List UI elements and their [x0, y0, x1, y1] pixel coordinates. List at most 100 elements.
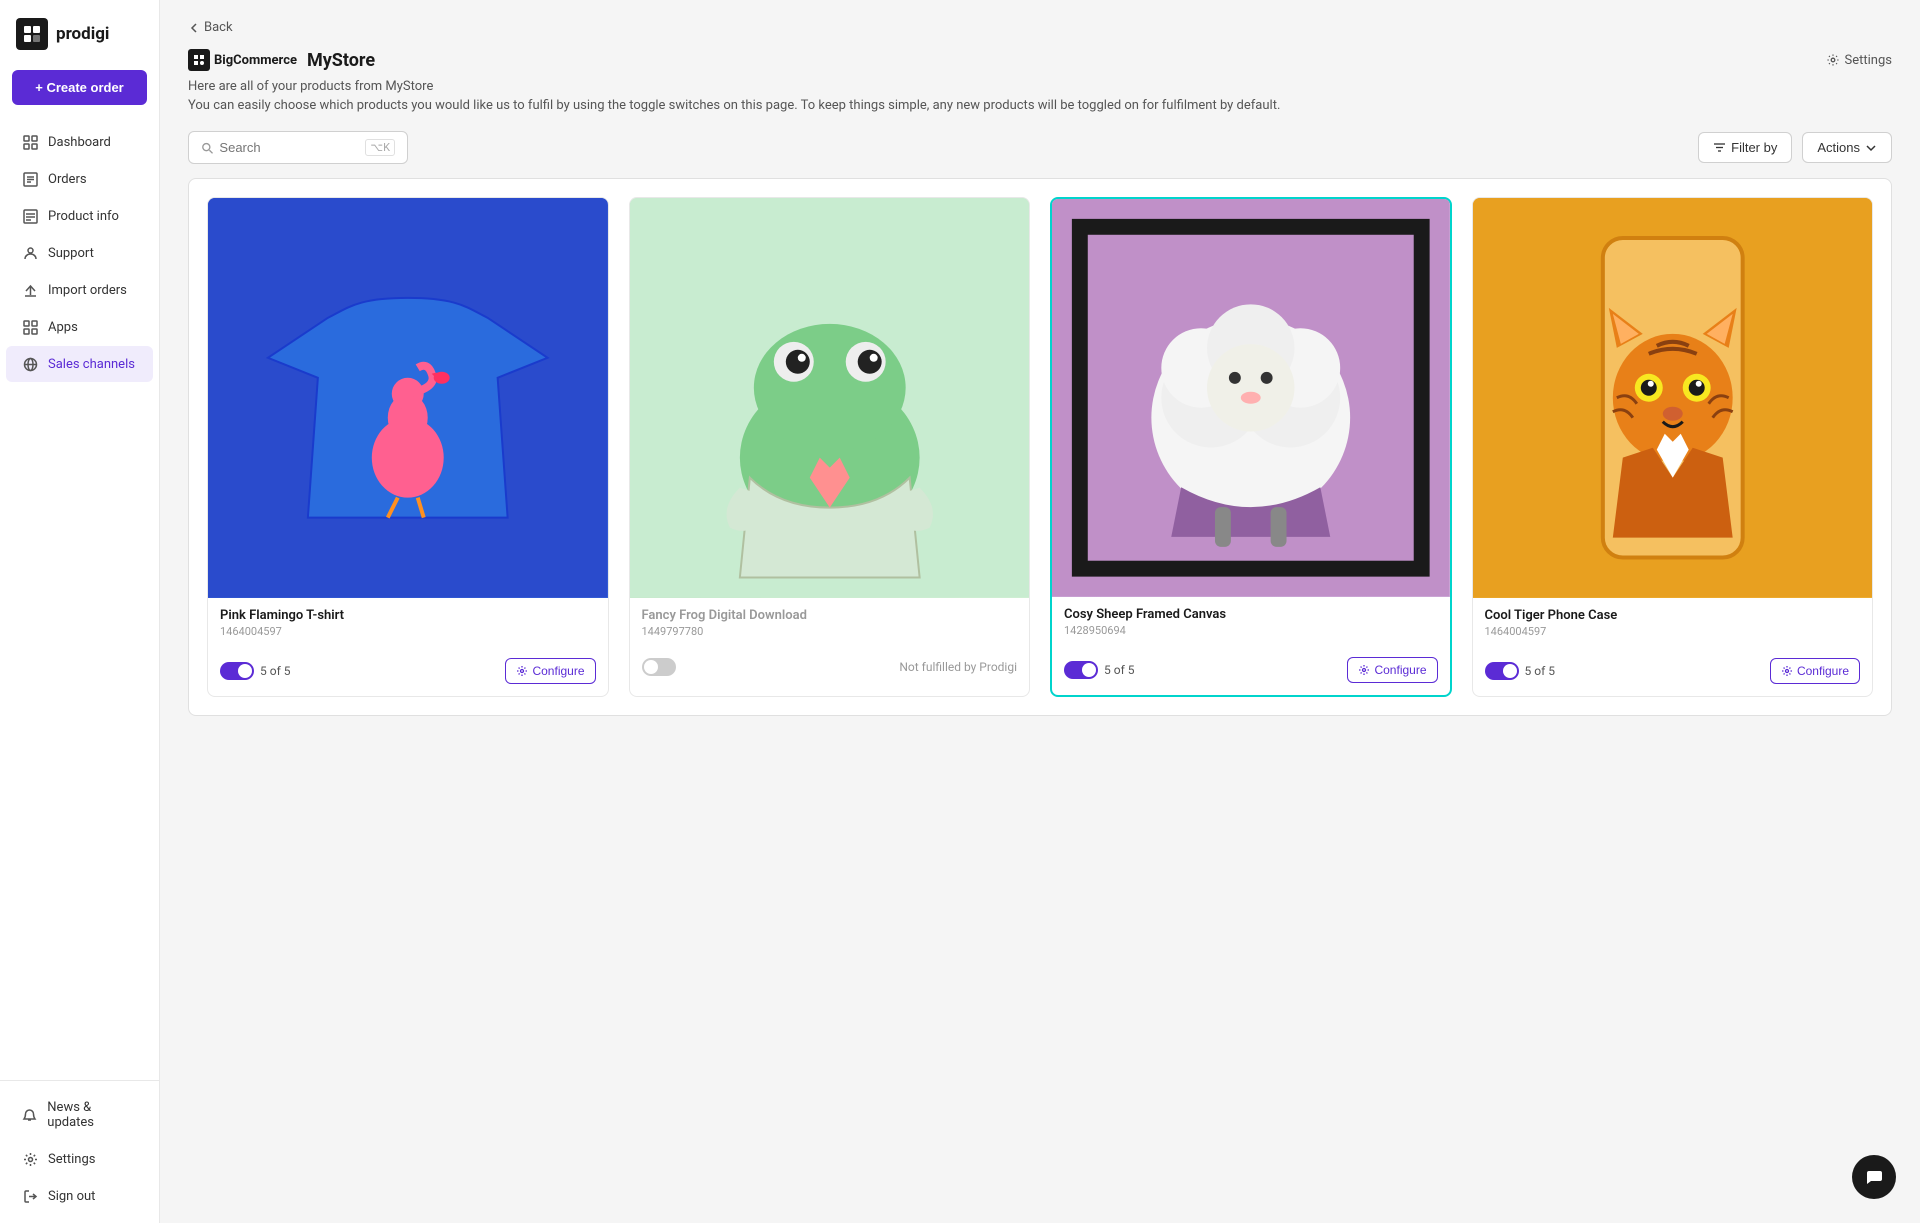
sidebar-item-label: Sales channels [48, 357, 135, 372]
product-actions-1: 5 of 5 Configure [208, 658, 608, 696]
fulfil-toggle-1[interactable] [220, 662, 254, 680]
product-name-1: Pink Flamingo T-shirt [220, 608, 596, 623]
configure-icon-1 [516, 665, 528, 677]
grid-icon [22, 134, 38, 150]
product-name-2: Fancy Frog Digital Download [642, 608, 1018, 623]
search-shortcut: ⌥K [365, 139, 395, 156]
configure-button-1[interactable]: Configure [505, 658, 595, 684]
product-card-3: Cosy Sheep Framed Canvas 1428950694 5 of… [1050, 197, 1452, 697]
sidebar-item-label: News & updates [47, 1100, 137, 1130]
sidebar-item-dashboard[interactable]: Dashboard [6, 124, 153, 160]
toggle-label-1: 5 of 5 [260, 664, 290, 678]
signout-icon [22, 1188, 38, 1204]
product-id-3: 1428950694 [1064, 624, 1438, 637]
product-card-1: Pink Flamingo T-shirt 1464004597 5 of 5 … [207, 197, 609, 697]
search-icon [201, 141, 213, 155]
tag-icon [22, 208, 38, 224]
settings-icon [1826, 53, 1840, 67]
fulfil-toggle-4[interactable] [1485, 662, 1519, 680]
back-arrow-icon [188, 22, 200, 34]
sidebar-item-label: Orders [48, 172, 87, 187]
sidebar-item-label: Support [48, 246, 94, 261]
configure-button-4[interactable]: Configure [1770, 658, 1860, 684]
sidebar-item-label: Settings [48, 1152, 95, 1167]
sidebar-item-label: Product info [48, 209, 119, 224]
product-id-1: 1464004597 [220, 625, 596, 638]
sidebar-bottom: News & updates Settings Sign out [0, 1080, 159, 1223]
upload-icon [22, 282, 38, 298]
configure-icon-3 [1358, 664, 1370, 676]
store-name: MyStore [307, 50, 375, 71]
back-link[interactable]: Back [188, 20, 1892, 35]
users-icon [22, 245, 38, 261]
bigcommerce-icon [188, 49, 210, 71]
store-brand-label: BigCommerce [214, 53, 297, 68]
configure-icon-4 [1781, 665, 1793, 677]
sidebar-item-sign-out[interactable]: Sign out [6, 1178, 153, 1214]
configure-label-4: Configure [1797, 664, 1849, 678]
product-info-section-3: Cosy Sheep Framed Canvas 1428950694 [1052, 597, 1450, 657]
settings-label: Settings [1845, 53, 1892, 68]
settings-link[interactable]: Settings [1826, 53, 1892, 68]
product-actions-3: 5 of 5 Configure [1052, 657, 1450, 695]
channels-icon [22, 356, 38, 372]
product-info-section-1: Pink Flamingo T-shirt 1464004597 [208, 598, 608, 658]
chat-button[interactable] [1852, 1155, 1896, 1199]
sidebar-item-label: Sign out [48, 1189, 95, 1204]
product-actions-4: 5 of 5 Configure [1473, 658, 1873, 696]
product-actions-2: Not fulfilled by Prodigi [630, 658, 1030, 688]
product-card-2: Fancy Frog Digital Download 1449797780 N… [629, 197, 1031, 697]
logo[interactable]: prodigi [0, 0, 159, 70]
toggle-group-2 [642, 658, 676, 676]
tiger-illustration [1473, 198, 1873, 598]
product-name-3: Cosy Sheep Framed Canvas [1064, 607, 1438, 622]
sidebar-item-apps[interactable]: Apps [6, 309, 153, 345]
configure-label-1: Configure [532, 664, 584, 678]
logo-text: prodigi [56, 24, 109, 44]
product-image-2 [630, 198, 1030, 598]
products-grid: Pink Flamingo T-shirt 1464004597 5 of 5 … [207, 197, 1873, 697]
sidebar-item-news-updates[interactable]: News & updates [6, 1090, 153, 1140]
products-container: Pink Flamingo T-shirt 1464004597 5 of 5 … [188, 178, 1892, 716]
fulfil-toggle-3[interactable] [1064, 661, 1098, 679]
sidebar-item-support[interactable]: Support [6, 235, 153, 271]
search-box[interactable]: ⌥K [188, 131, 408, 164]
product-card-4: Cool Tiger Phone Case 1464004597 5 of 5 … [1472, 197, 1874, 697]
chevron-down-icon [1865, 142, 1877, 154]
sidebar: prodigi + Create order Dashboard Orders … [0, 0, 160, 1223]
search-input[interactable] [219, 140, 359, 155]
product-id-2: 1449797780 [642, 625, 1018, 638]
not-fulfilled-label: Not fulfilled by Prodigi [899, 660, 1017, 674]
fulfil-toggle-2[interactable] [642, 658, 676, 676]
sidebar-item-orders[interactable]: Orders [6, 161, 153, 197]
toolbar: ⌥K Filter by Actions [188, 131, 1892, 164]
sidebar-item-import-orders[interactable]: Import orders [6, 272, 153, 308]
description-1: Here are all of your products from MySto… [188, 79, 1892, 94]
product-image-1 [208, 198, 608, 598]
configure-button-3[interactable]: Configure [1347, 657, 1437, 683]
actions-button[interactable]: Actions [1802, 132, 1892, 163]
sidebar-item-settings[interactable]: Settings [6, 1141, 153, 1177]
store-brand: BigCommerce MyStore [188, 49, 375, 71]
toolbar-right: Filter by Actions [1698, 132, 1892, 163]
filter-icon [1713, 141, 1726, 154]
toggle-group-4: 5 of 5 [1485, 662, 1555, 680]
product-info-section-4: Cool Tiger Phone Case 1464004597 [1473, 598, 1873, 658]
create-order-button[interactable]: + Create order [12, 70, 147, 105]
sidebar-item-label: Dashboard [48, 135, 111, 150]
product-name-4: Cool Tiger Phone Case [1485, 608, 1861, 623]
bigcommerce-logo: BigCommerce [188, 49, 297, 71]
toggle-group-3: 5 of 5 [1064, 661, 1134, 679]
product-info-section-2: Fancy Frog Digital Download 1449797780 [630, 598, 1030, 658]
sidebar-item-product-info[interactable]: Product info [6, 198, 153, 234]
toggle-label-4: 5 of 5 [1525, 664, 1555, 678]
tshirt-illustration [208, 198, 608, 598]
sidebar-item-sales-channels[interactable]: Sales channels [6, 346, 153, 382]
description-2: You can easily choose which products you… [188, 98, 1892, 113]
product-image-3 [1052, 199, 1450, 597]
filter-by-label: Filter by [1731, 140, 1777, 155]
toggle-label-3: 5 of 5 [1104, 663, 1134, 677]
filter-by-button[interactable]: Filter by [1698, 132, 1792, 163]
bell-icon [22, 1107, 37, 1123]
list-icon [22, 171, 38, 187]
